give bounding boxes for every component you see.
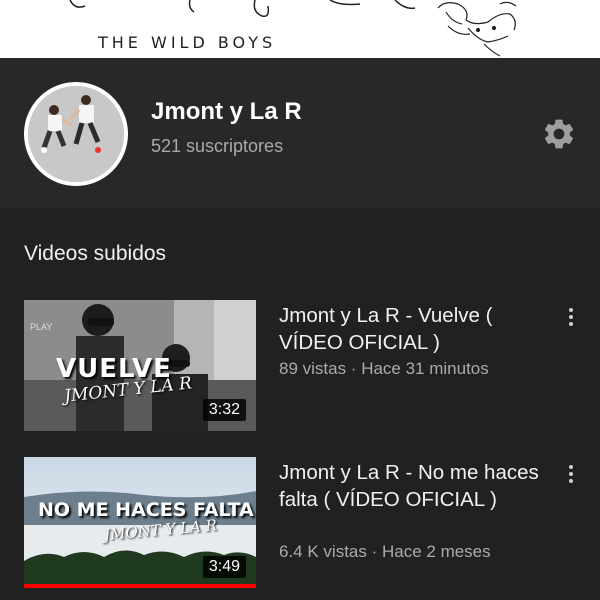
avatar-image [28,86,124,182]
channel-banner: THE WILD BOYS [0,0,600,58]
video-thumbnail[interactable]: PLAY VUELVE JMONT Y LA R 3:32 [24,300,256,431]
banner-text: THE WILD BOYS [98,33,277,52]
gear-icon[interactable] [541,116,577,152]
video-meta: 89 vistas · Hace 31 minutos [279,359,489,378]
avatar[interactable] [24,82,128,186]
video-title[interactable]: Jmont y La R - Vuelve ( VÍDEO OFICIAL ) [279,302,549,356]
banner-art [69,0,517,57]
video-duration: 3:49 [202,556,246,578]
subscriber-count: 521 suscriptores [151,136,284,156]
thumbnail-label: PLAY [30,322,53,332]
video-thumbnail[interactable]: NO ME HACES FALTA JMONT Y LA R 3:49 [24,457,256,588]
section-title: Videos subidos [24,242,167,265]
more-options-icon[interactable] [562,463,580,487]
video-duration: 3:32 [202,399,246,421]
more-options-icon[interactable] [562,306,580,330]
video-meta: 6.4 K vistas · Hace 2 meses [279,542,491,561]
lion-logo-icon [437,1,517,57]
video-item[interactable]: NO ME HACES FALTA JMONT Y LA R 3:49 Jmon… [0,457,600,597]
video-item[interactable]: PLAY VUELVE JMONT Y LA R 3:32 Jmont y La… [0,300,600,440]
channel-name: Jmont y La R [151,98,302,125]
thumbnail-title: NO ME HACES FALTA [38,499,254,521]
channel-header: Jmont y La R 521 suscriptores [0,58,600,208]
video-title[interactable]: Jmont y La R - No me haces falta ( VÍDEO… [279,459,549,513]
watch-progress-bar [24,584,256,588]
